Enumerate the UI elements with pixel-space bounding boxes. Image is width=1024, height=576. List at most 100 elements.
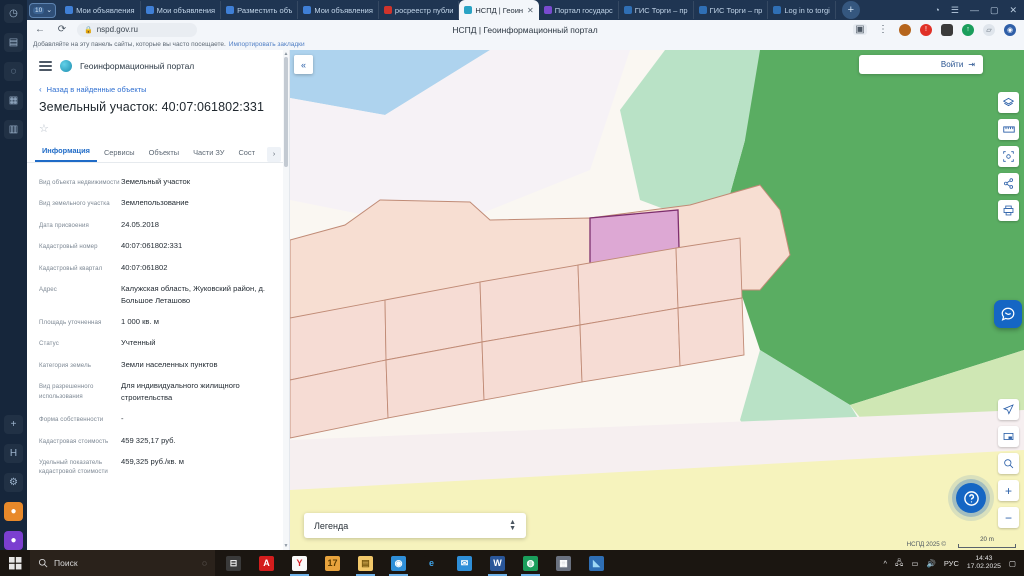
calendar-icon[interactable]: 17 — [316, 550, 349, 576]
search-map-icon[interactable] — [998, 453, 1019, 474]
yandex-browser-icon[interactable]: Y — [283, 550, 316, 576]
field-value: 24.05.2018 — [121, 219, 160, 229]
more-icon[interactable]: ● — [4, 531, 23, 550]
extension-icon-1[interactable] — [899, 23, 911, 36]
browser-tab[interactable]: ГИС Торги – пр — [694, 1, 769, 19]
reader-icon[interactable]: ▤ — [4, 33, 23, 52]
ruler-icon[interactable] — [998, 119, 1019, 140]
import-bookmarks-link[interactable]: Импортировать закладки — [229, 41, 305, 48]
new-tab-button[interactable]: + — [841, 1, 860, 19]
display-icon[interactable]: ▭ — [911, 559, 918, 568]
acrobat-reader-icon[interactable]: A — [250, 550, 283, 576]
profile-avatar-icon[interactable]: ◉ — [1004, 23, 1016, 36]
tab-3[interactable]: Части ЗУ — [186, 148, 231, 162]
clock-date: 17.02.2025 — [966, 563, 1001, 570]
browser-tab[interactable]: Мои объявления — [298, 1, 379, 19]
zoom-in-icon[interactable]: + — [998, 480, 1019, 501]
action-center-icon[interactable]: ▢ — [1009, 559, 1016, 568]
settings-icon[interactable]: ⚙ — [4, 473, 23, 492]
network-icon[interactable]: 🖧 — [895, 557, 903, 570]
browser-tab[interactable]: Мои объявления — [141, 1, 222, 19]
browser-tab[interactable]: росреестр публи — [379, 1, 460, 19]
tab-1[interactable]: Сервисы — [97, 148, 142, 162]
star-outline-icon[interactable]: ☆ — [39, 123, 49, 135]
caret-down-icon[interactable]: ▼ — [283, 543, 289, 549]
file-explorer-icon[interactable]: ▤ — [349, 550, 382, 576]
word-icon[interactable]: W — [481, 550, 514, 576]
browser-tab[interactable]: Log in to torgi — [768, 1, 836, 19]
photos-icon[interactable]: ◣ — [580, 550, 613, 576]
chevron-down-icon[interactable]: ⌄ — [46, 6, 52, 14]
browser-tab[interactable]: ГИС Торги – пр — [619, 1, 694, 19]
add-icon[interactable]: + — [4, 415, 23, 434]
field-value: 459,325 руб./кв. м — [121, 456, 184, 466]
tab-group-count: 10 — [33, 6, 45, 14]
downloads-icon[interactable]: ◌ — [4, 62, 23, 81]
help-icon[interactable]: H — [4, 444, 23, 463]
extension-icon-3[interactable] — [941, 23, 953, 36]
legend-selector[interactable]: Легенда ▲ ▼ — [304, 513, 526, 538]
minimap-icon[interactable] — [998, 426, 1019, 447]
kebab-menu-icon[interactable]: ⋮ — [876, 24, 890, 35]
select-area-icon[interactable] — [998, 146, 1019, 167]
zoom-out-icon[interactable]: − — [998, 507, 1019, 528]
edge-browser-icon[interactable]: e — [415, 550, 448, 576]
chevron-right-icon[interactable]: › — [267, 147, 281, 162]
layers-icon[interactable] — [998, 92, 1019, 113]
browser-tab-active[interactable]: НСПД | Геоин ✕ — [459, 0, 539, 20]
map-canvas[interactable]: « Войти ⇥ + − Легенда ▲ ▼ НСПД 2025 © 20… — [290, 50, 1024, 550]
minimize-icon[interactable]: — — [970, 5, 979, 15]
search-input[interactable]: Поиск ◌ — [30, 550, 215, 576]
restore-icon[interactable]: ▢ — [990, 5, 999, 16]
cortana-icon[interactable]: ◌ — [202, 558, 207, 568]
extension-icon-2[interactable]: ! — [920, 23, 932, 36]
gis-app-icon[interactable]: ◍ — [514, 550, 547, 576]
arrow-left-icon[interactable]: ← — [33, 24, 47, 35]
clock[interactable]: 14:43 17.02.2025 — [967, 555, 1001, 571]
up-down-caret-icon[interactable]: ▲ ▼ — [509, 519, 516, 532]
bookmark-icon[interactable]: ▣ — [853, 24, 867, 35]
extension-icon-4[interactable]: ↑ — [962, 23, 974, 36]
browser-tab[interactable]: Портал государс — [539, 1, 619, 19]
tab-group-chip[interactable]: 10 ⌄ — [29, 2, 57, 18]
chevron-up-icon[interactable]: ^ — [884, 559, 888, 568]
collapse-panel-button[interactable]: « — [294, 55, 313, 74]
chat-bubble-icon[interactable] — [994, 300, 1022, 328]
close-tab-icon[interactable]: ✕ — [527, 6, 534, 15]
profile-icon[interactable]: ● — [4, 502, 23, 521]
taskbar-items: ⊟ A Y 17 ▤ ◉ e ✉ W ◍ ▦ ◣ — [217, 550, 613, 576]
hamburger-menu-icon[interactable] — [39, 61, 52, 71]
apps-icon[interactable]: ▦ — [4, 91, 23, 110]
volume-icon[interactable]: 🔊 — [927, 559, 936, 568]
scrollbar-thumb[interactable] — [284, 57, 288, 167]
extension-icon-5[interactable]: ▱ — [983, 23, 995, 36]
screen: ◷ ▤ ◌ ▦ ▥ + H ⚙ ● ● 10 ⌄ Мои объявления М… — [0, 0, 1024, 576]
share-icon[interactable] — [998, 173, 1019, 194]
browser-tab[interactable]: Мои объявления — [60, 1, 141, 19]
question-bubble-icon[interactable] — [956, 483, 986, 513]
back-to-results-link[interactable]: ‹ Назад в найденные объекты — [27, 79, 289, 96]
reload-icon[interactable]: ⟳ — [55, 24, 69, 35]
language-indicator[interactable]: РУС — [944, 559, 959, 568]
browser-tab[interactable]: Разместить объ — [221, 1, 299, 19]
tab-4[interactable]: Сост — [231, 148, 262, 162]
login-button[interactable]: Войти ⇥ — [859, 55, 983, 74]
browser-tab-strip: 10 ⌄ Мои объявления Мои объявления Размест… — [27, 0, 1024, 20]
tab-0[interactable]: Информация — [35, 146, 97, 162]
close-icon[interactable]: ✕ — [1009, 5, 1017, 16]
panel-scrollbar[interactable]: ▲ ▼ — [283, 50, 289, 550]
history-icon[interactable]: ◷ — [4, 4, 23, 23]
print-icon[interactable] — [998, 200, 1019, 221]
collections-icon[interactable]: ▥ — [4, 120, 23, 139]
chrome-browser-icon[interactable]: ◉ — [382, 550, 415, 576]
notifications-bell-icon[interactable]: ◔ — [934, 5, 939, 15]
menu-icon[interactable]: ☰ — [951, 5, 959, 16]
tab-2[interactable]: Объекты — [142, 148, 186, 162]
map-footer: НСПД 2025 © 20 m — [907, 536, 1016, 548]
calculator-icon[interactable]: ▦ — [547, 550, 580, 576]
locate-me-icon[interactable] — [998, 399, 1019, 420]
windows-start-icon[interactable] — [0, 550, 30, 576]
address-bar[interactable]: 🔒 nspd.gov.ru — [77, 22, 197, 37]
mail-icon[interactable]: ✉ — [448, 550, 481, 576]
task-view-icon[interactable]: ⊟ — [217, 550, 250, 576]
